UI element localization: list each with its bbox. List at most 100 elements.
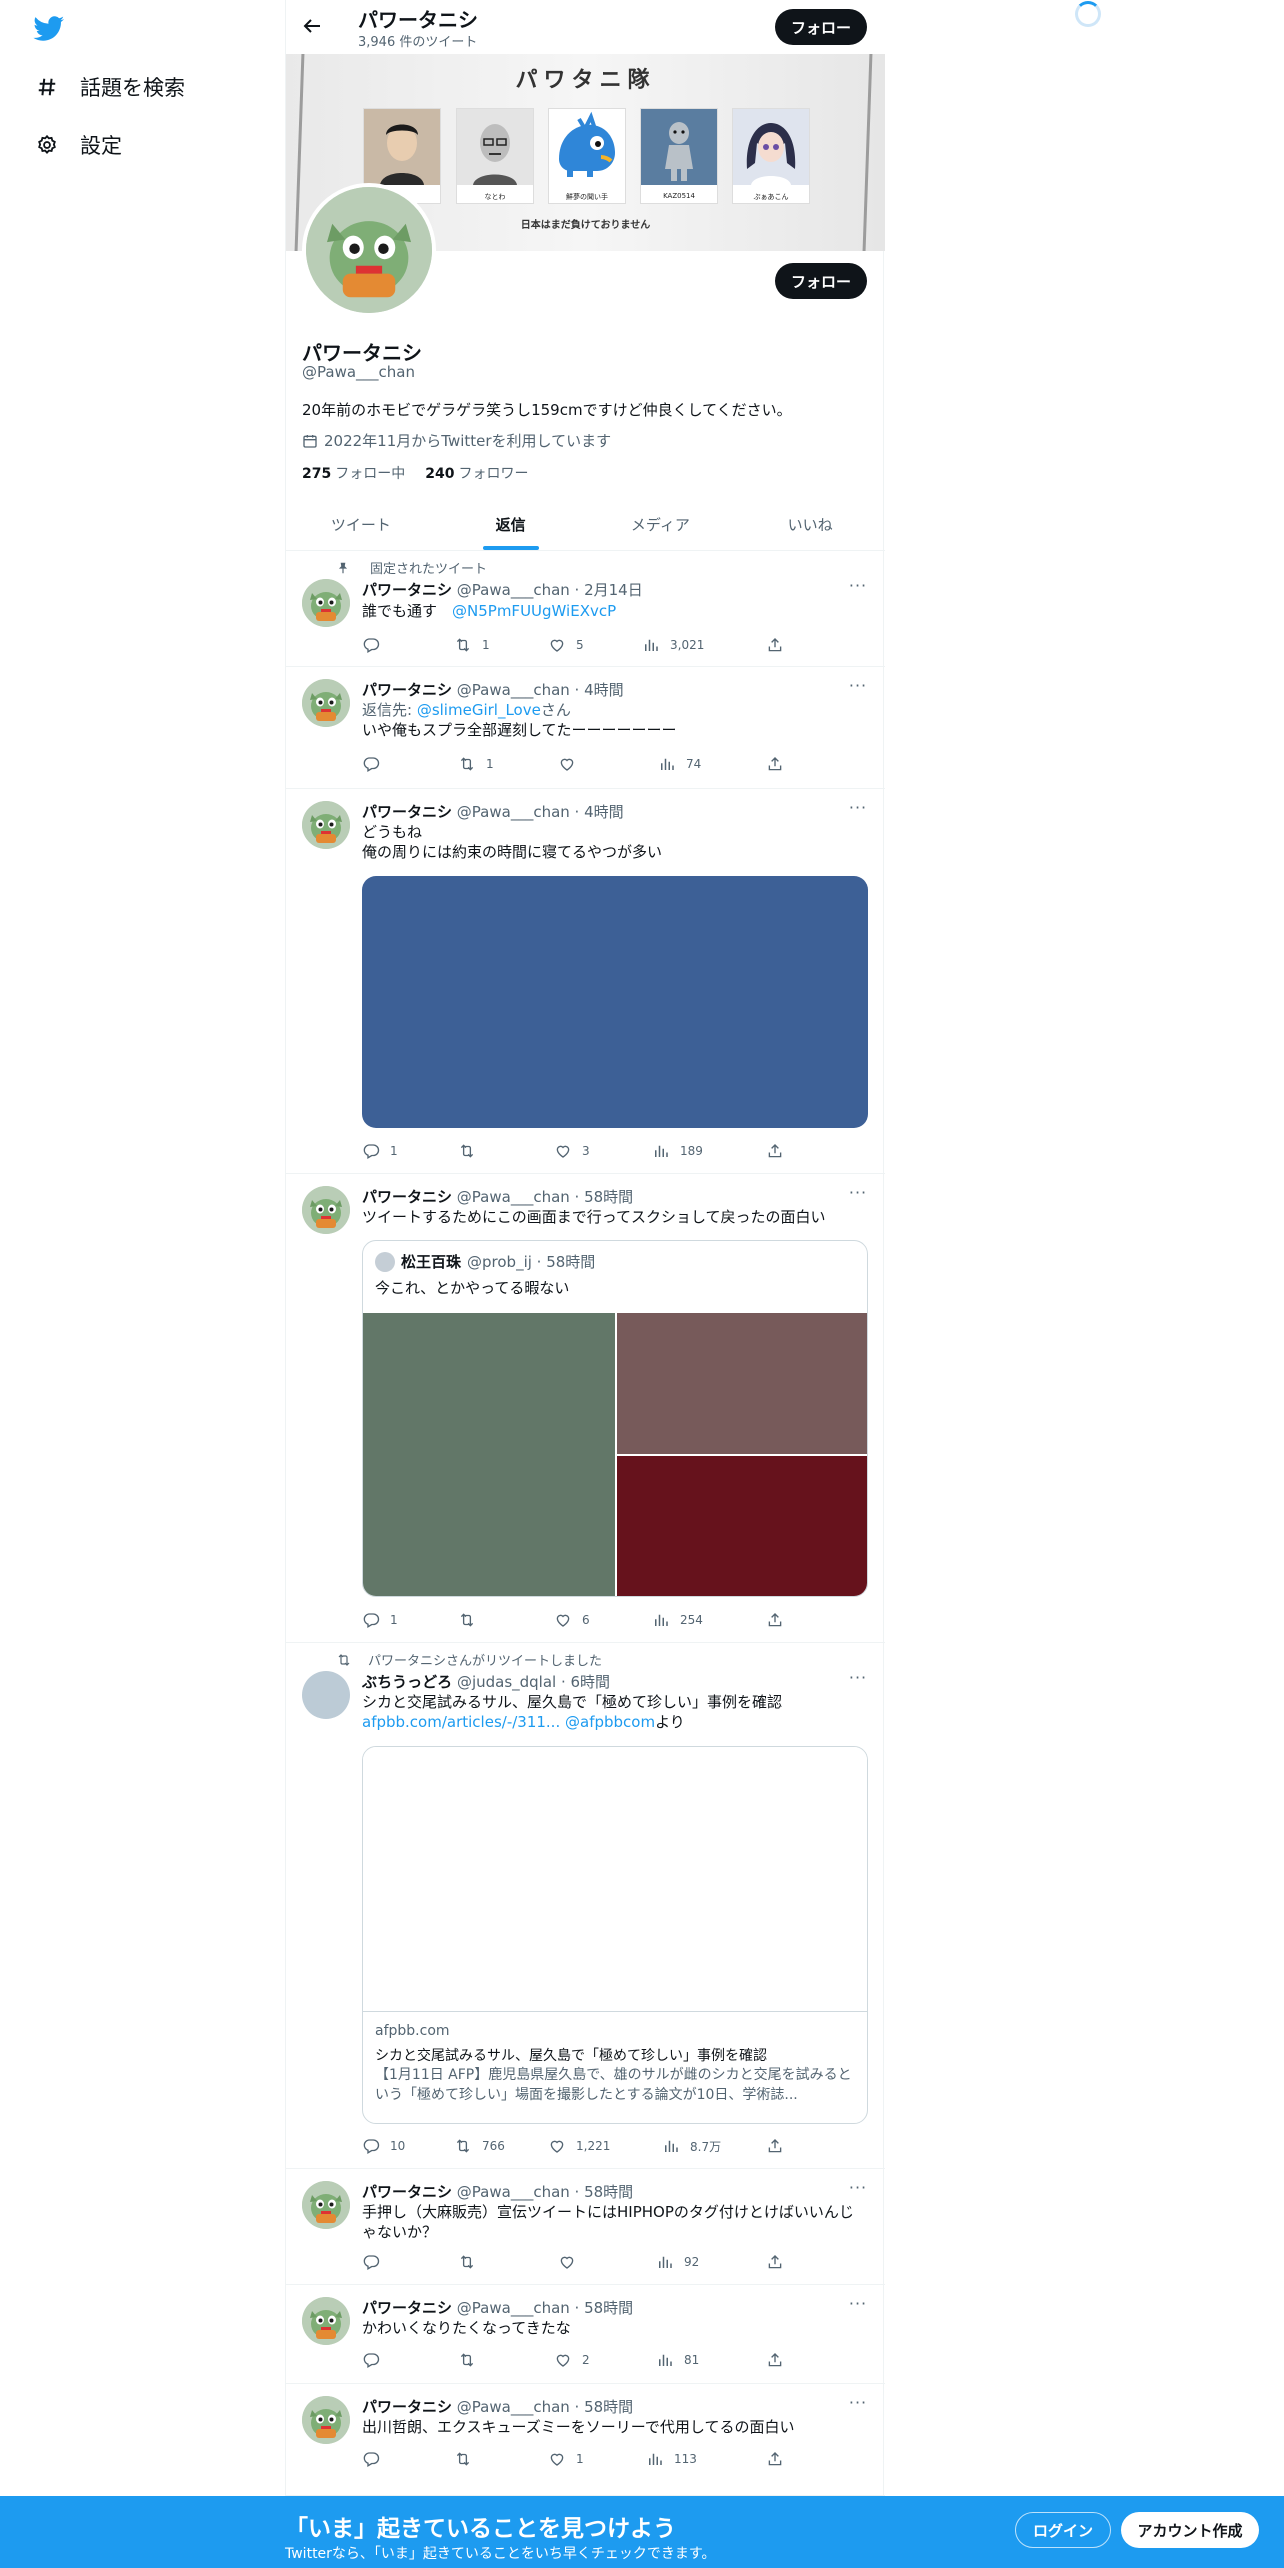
retweet-button[interactable]: 766 — [454, 2136, 505, 2156]
retweet-button[interactable] — [458, 1610, 486, 1630]
tweet-item[interactable]: パワータニシ @Pawa___chan · 4時間 ··· 返信先: @slim… — [286, 667, 885, 789]
tweet-author[interactable]: パワータニシ — [362, 681, 452, 699]
tweet-media-image[interactable] — [362, 876, 868, 1128]
like-button[interactable]: 1,221 — [548, 2136, 610, 2156]
share-button[interactable] — [766, 1610, 784, 1630]
tab-media[interactable]: メディア — [586, 498, 736, 550]
avatar[interactable] — [302, 2297, 350, 2345]
back-arrow-icon[interactable] — [300, 14, 324, 38]
reply-button[interactable] — [362, 2252, 390, 2272]
reply-button[interactable]: 1 — [362, 1141, 398, 1161]
like-button[interactable]: 6 — [554, 1610, 590, 1630]
more-options-icon[interactable]: ··· — [847, 800, 869, 821]
share-button[interactable] — [766, 2252, 784, 2272]
retweet-button[interactable] — [454, 2449, 482, 2469]
followers-link[interactable]: 240 フォロワー — [425, 463, 528, 483]
reply-button[interactable] — [362, 635, 390, 655]
like-button[interactable]: 1 — [548, 2449, 584, 2469]
tweet-item[interactable]: パワータニシさんがリツイートしました ぶちうっどろ @judas_dqlal ·… — [286, 1643, 885, 2169]
tweet-author[interactable]: パワータニシ — [362, 2398, 452, 2416]
like-button[interactable]: 2 — [554, 2350, 590, 2370]
link-card[interactable]: afpbb.com シカと交尾試みるサル、屋久島で「極めて珍しい」事例を確認 【… — [362, 1746, 868, 2124]
views-button[interactable]: 92 — [656, 2252, 699, 2272]
reply-button[interactable] — [362, 2350, 390, 2370]
tweet-item[interactable]: 固定されたツイート パワータニシ @Pawa___chan · 2月14日 ··… — [286, 551, 885, 667]
retweet-button[interactable] — [458, 2350, 486, 2370]
quoted-tweet[interactable]: 松王百珠 @prob_ij · 58時間 今これ、とかやってる暇ない — [362, 1240, 868, 1597]
source-mention-link[interactable]: @afpbbcom — [565, 1713, 655, 1731]
profile-avatar[interactable] — [302, 183, 436, 317]
tweet-meta[interactable]: @Pawa___chan · 58時間 — [457, 1188, 633, 1206]
tweet-meta[interactable]: @Pawa___chan · 4時間 — [457, 803, 624, 821]
share-button[interactable] — [766, 2136, 784, 2156]
more-options-icon[interactable]: ··· — [847, 578, 869, 599]
views-button[interactable]: 254 — [652, 1610, 703, 1630]
quoted-media-image[interactable] — [617, 1313, 867, 1454]
views-button[interactable]: 3,021 — [642, 635, 704, 655]
retweet-button[interactable] — [458, 2252, 486, 2272]
tweet-author[interactable]: ぶちうっどろ — [362, 1673, 452, 1691]
more-options-icon[interactable]: ··· — [847, 2180, 869, 2201]
retweet-button[interactable]: 1 — [454, 635, 490, 655]
avatar[interactable] — [302, 801, 350, 849]
tweet-meta[interactable]: @judas_dqlal · 6時間 — [457, 1673, 610, 1691]
tweet-mention-link[interactable]: @N5PmFUUgWiEXvcP — [452, 602, 616, 620]
reply-to-user-link[interactable]: @slimeGirl_Love — [417, 701, 541, 719]
avatar[interactable] — [302, 2396, 350, 2444]
more-options-icon[interactable]: ··· — [847, 2395, 869, 2416]
nav-explore[interactable]: 話題を検索 — [36, 69, 185, 105]
more-options-icon[interactable]: ··· — [847, 678, 869, 699]
share-button[interactable] — [766, 635, 784, 655]
profile-follow-button[interactable]: フォロー — [775, 263, 867, 299]
nav-settings[interactable]: 設定 — [36, 127, 122, 163]
tweet-author[interactable]: パワータニシ — [362, 2183, 452, 2201]
tab-replies[interactable]: 返信 — [436, 498, 586, 550]
tweet-author[interactable]: パワータニシ — [362, 2299, 452, 2317]
tweet-author[interactable]: パワータニシ — [362, 1188, 452, 1206]
share-button[interactable] — [766, 2449, 784, 2469]
avatar[interactable] — [302, 579, 350, 627]
more-options-icon[interactable]: ··· — [847, 1185, 869, 1206]
tweet-meta[interactable]: @Pawa___chan · 4時間 — [457, 681, 624, 699]
tweet-item[interactable]: パワータニシ @Pawa___chan · 58時間 ··· 手押し（大麻販売）… — [286, 2169, 885, 2285]
avatar[interactable] — [302, 1186, 350, 1234]
more-options-icon[interactable]: ··· — [847, 1670, 869, 1691]
avatar[interactable] — [302, 1671, 350, 1719]
tweet-meta[interactable]: @Pawa___chan · 58時間 — [457, 2398, 633, 2416]
quoted-media-image[interactable] — [363, 1313, 615, 1596]
tweet-item[interactable]: パワータニシ @Pawa___chan · 4時間 ··· どうもね 俺の周りに… — [286, 789, 885, 1174]
signup-button[interactable]: アカウント作成 — [1121, 2512, 1259, 2548]
avatar[interactable] — [302, 679, 350, 727]
tab-likes[interactable]: いいね — [735, 498, 885, 550]
tweet-item[interactable]: パワータニシ @Pawa___chan · 58時間 ··· ツイートするために… — [286, 1174, 885, 1643]
login-button[interactable]: ログイン — [1015, 2512, 1111, 2548]
tweet-item[interactable]: パワータニシ @Pawa___chan · 58時間 ··· 出川哲朗、エクスキ… — [286, 2384, 885, 2496]
views-button[interactable]: 113 — [646, 2449, 697, 2469]
more-options-icon[interactable]: ··· — [847, 2296, 869, 2317]
following-link[interactable]: 275 フォロー中 — [302, 463, 405, 483]
views-button[interactable]: 81 — [656, 2350, 699, 2370]
reply-button[interactable] — [362, 754, 390, 774]
like-button[interactable] — [558, 2252, 586, 2272]
twitter-logo-icon[interactable] — [33, 16, 65, 42]
tweet-meta[interactable]: @Pawa___chan · 2月14日 — [457, 581, 643, 599]
article-link[interactable]: afpbb.com/articles/-/311... — [362, 1713, 560, 1731]
views-button[interactable]: 8.7万 — [662, 2136, 721, 2156]
avatar[interactable] — [302, 2181, 350, 2229]
like-button[interactable]: 5 — [548, 635, 584, 655]
share-button[interactable] — [766, 1141, 784, 1161]
tweet-author[interactable]: パワータニシ — [362, 803, 452, 821]
quoted-media-image[interactable] — [617, 1456, 867, 1596]
retweet-button[interactable]: 1 — [458, 754, 494, 774]
like-button[interactable]: 3 — [554, 1141, 590, 1161]
tab-tweets[interactable]: ツイート — [286, 498, 436, 550]
header-follow-button[interactable]: フォロー — [775, 9, 867, 45]
views-button[interactable]: 189 — [652, 1141, 703, 1161]
share-button[interactable] — [766, 2350, 784, 2370]
views-button[interactable]: 74 — [658, 754, 701, 774]
tweet-meta[interactable]: @Pawa___chan · 58時間 — [457, 2183, 633, 2201]
share-button[interactable] — [766, 754, 784, 774]
retweet-button[interactable] — [458, 1141, 486, 1161]
reply-button[interactable] — [362, 2449, 390, 2469]
reply-button[interactable]: 10 — [362, 2136, 405, 2156]
